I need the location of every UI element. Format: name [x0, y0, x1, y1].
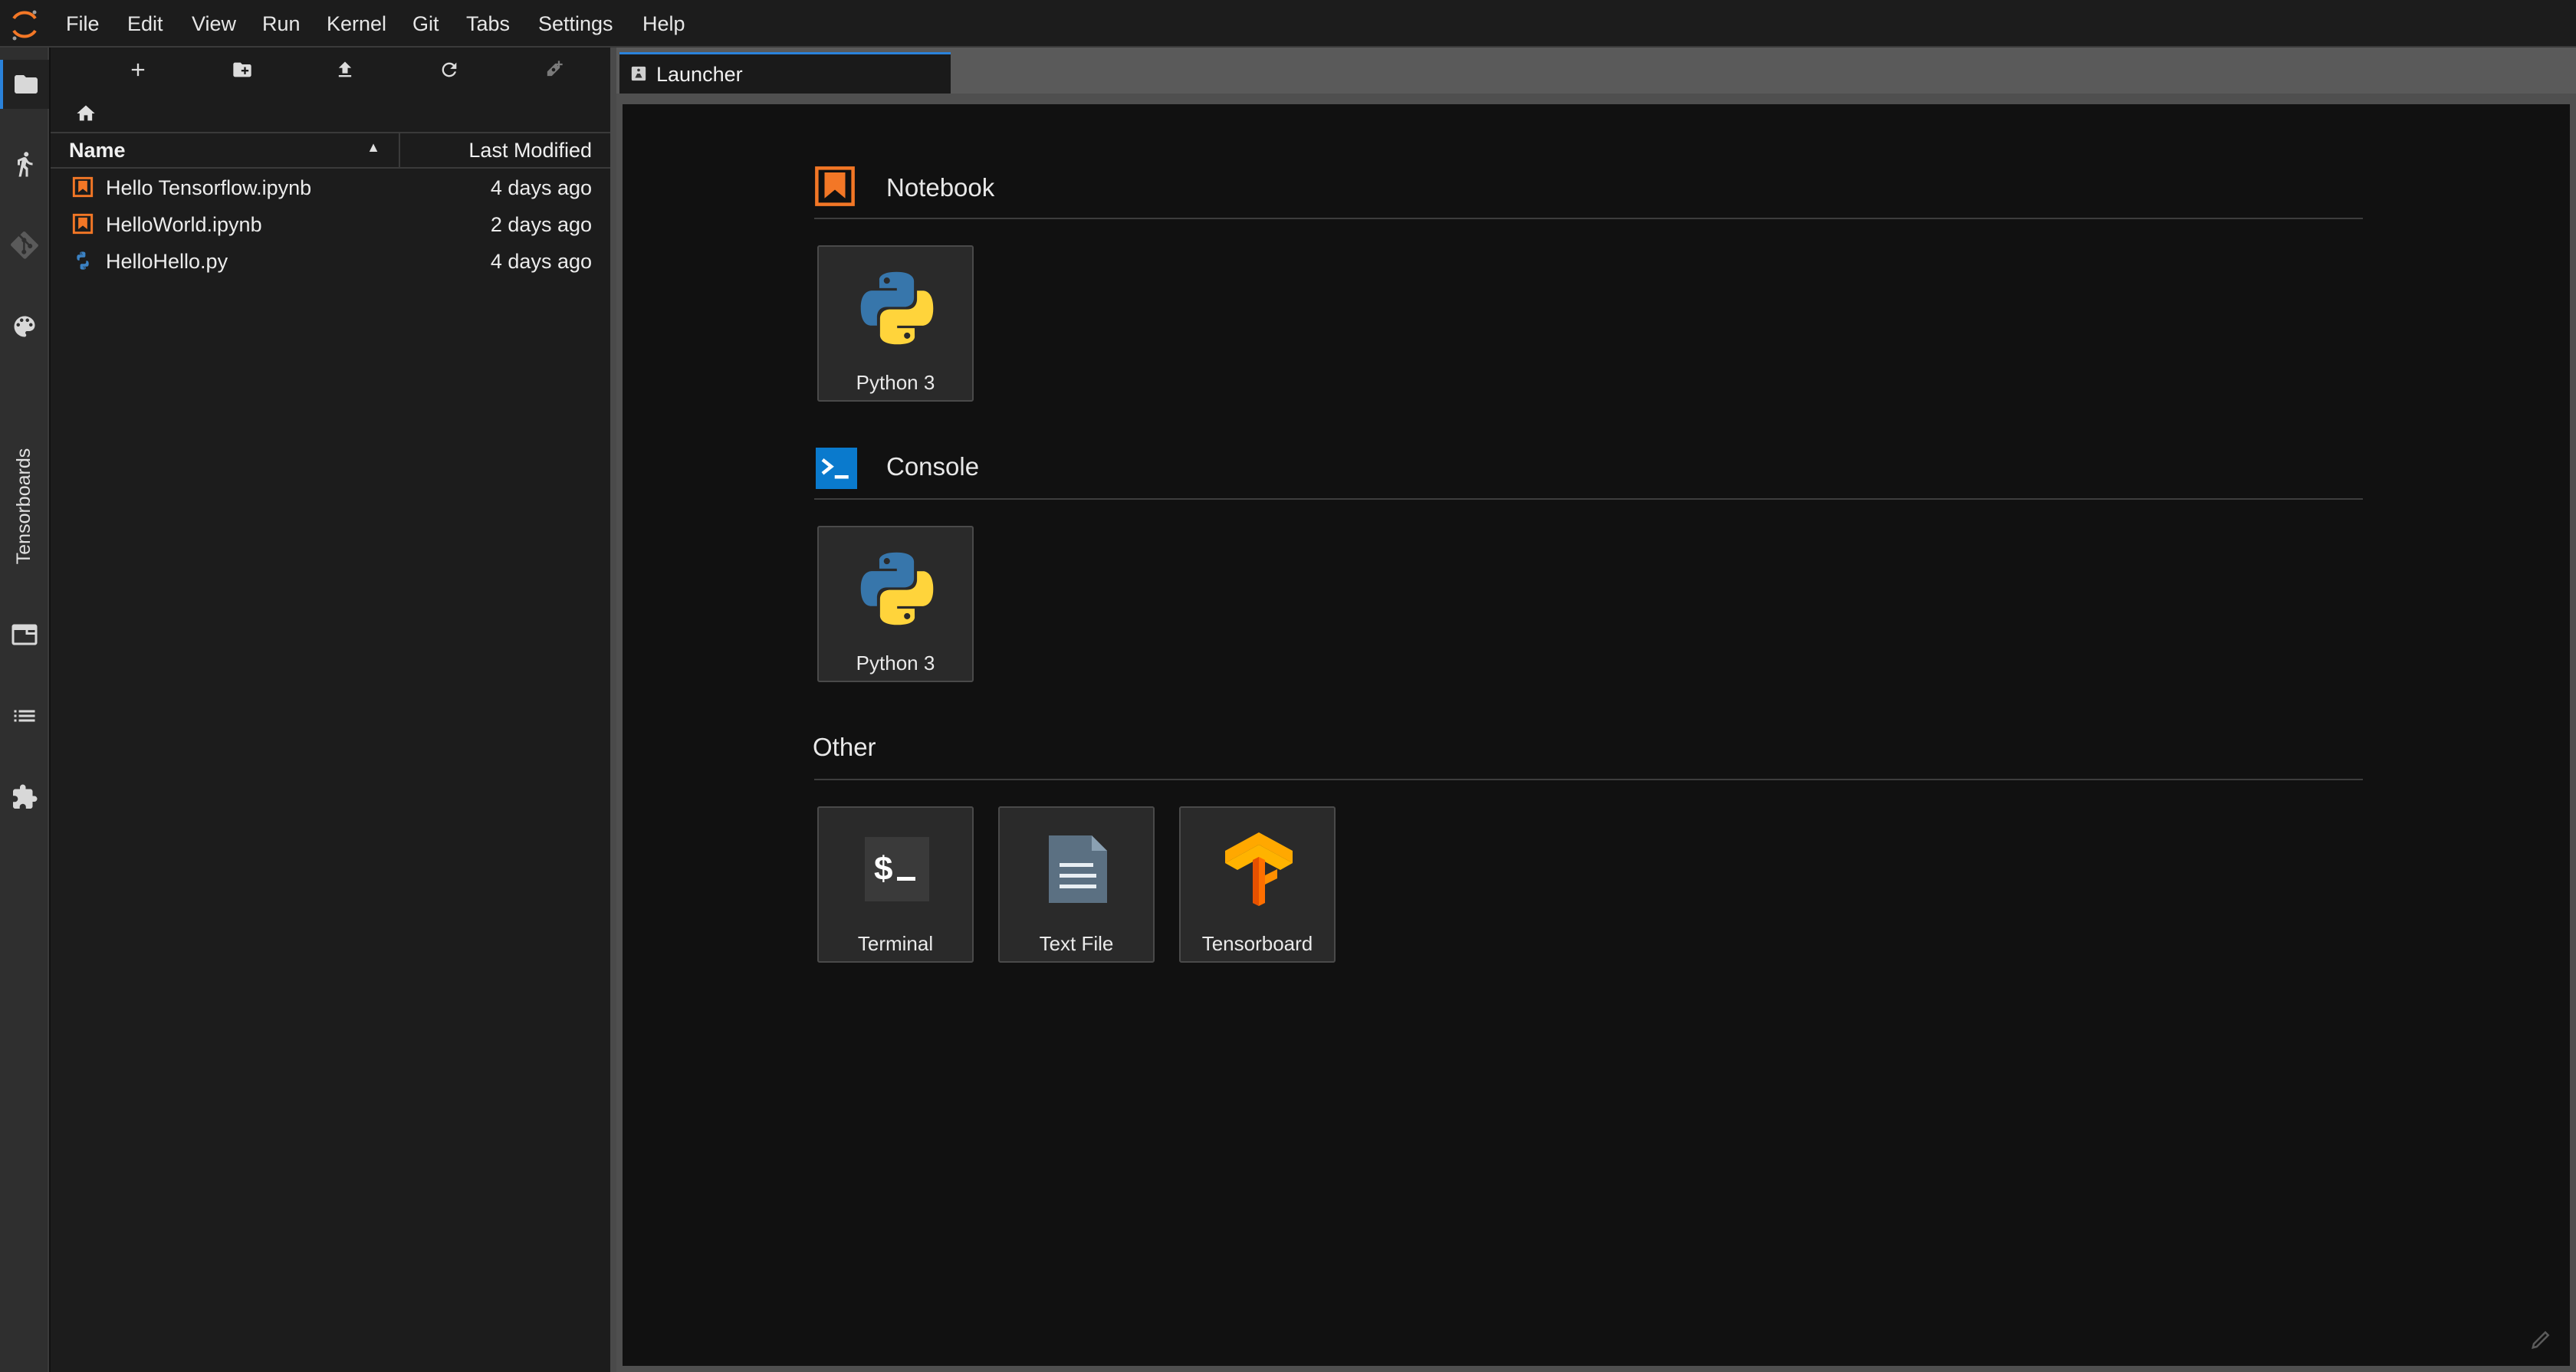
launcher: Notebook Python 3 Console Python 3 Other	[623, 104, 2570, 1366]
file-modified: 2 days ago	[490, 213, 592, 236]
new-folder-button[interactable]	[227, 55, 258, 84]
menu-view[interactable]: View	[192, 11, 236, 37]
main-tab-bar: Launcher	[616, 48, 2576, 94]
refresh-icon	[442, 62, 457, 77]
git-clone-button[interactable]	[538, 55, 569, 84]
git-clone-icon	[547, 61, 563, 77]
extension-manager-tab[interactable]	[0, 773, 49, 822]
card-label: Tensorboard	[1201, 932, 1313, 955]
text-file-icon	[1049, 835, 1107, 903]
card-label: Python 3	[856, 371, 935, 394]
other-section-title: Other	[813, 733, 876, 761]
notebook-section-title: Notebook	[886, 173, 995, 202]
palette-icon	[14, 316, 35, 337]
card-label: Python 3	[856, 652, 935, 675]
jupyter-logo-icon	[12, 10, 37, 41]
section-divider	[814, 218, 2363, 219]
console-section-icon	[816, 448, 857, 489]
table-of-contents-tab[interactable]	[0, 691, 49, 740]
plus-icon	[131, 63, 145, 77]
python-logo-icon	[860, 552, 934, 625]
toc-icon	[14, 710, 35, 722]
last-modified-column-header[interactable]: Last Modified	[468, 139, 592, 162]
theme-tab[interactable]	[0, 302, 49, 351]
notebook-icon	[72, 176, 94, 198]
panel-splitter[interactable]	[610, 48, 616, 1372]
file-name: Hello Tensorflow.ipynb	[106, 176, 312, 199]
menu-file[interactable]: File	[66, 11, 100, 37]
terminal-icon: $	[865, 837, 929, 901]
file-row[interactable]: Hello Tensorflow.ipynb 4 days ago	[51, 170, 610, 207]
open-tabs-tab[interactable]	[0, 610, 49, 659]
sort-ascending-icon: ▲	[366, 139, 380, 155]
tensorboards-label: Tensorboards	[13, 448, 35, 564]
file-name: HelloHello.py	[106, 250, 228, 273]
running-icon	[18, 152, 33, 177]
git-tab[interactable]	[0, 221, 49, 270]
menu-settings[interactable]: Settings	[538, 11, 613, 37]
menu-git[interactable]: Git	[412, 11, 439, 37]
tab-launcher[interactable]: Launcher	[619, 52, 951, 94]
file-browser-toolbar	[51, 48, 610, 90]
new-launcher-button[interactable]	[123, 55, 153, 84]
upload-button[interactable]	[330, 55, 360, 84]
console-python3-card[interactable]: Python 3	[817, 526, 974, 682]
python-logo-icon	[860, 271, 934, 345]
tensorboards-tab[interactable]: Tensorboards	[0, 422, 49, 590]
file-list-header: Name ▲ Last Modified	[51, 132, 610, 169]
python-file-icon	[77, 251, 89, 270]
menu-tabs[interactable]: Tabs	[466, 11, 510, 37]
notebook-python3-card[interactable]: Python 3	[817, 245, 974, 402]
file-row[interactable]: HelloHello.py 4 days ago	[51, 244, 610, 281]
menu-edit[interactable]: Edit	[127, 11, 163, 37]
home-icon	[77, 105, 95, 121]
notebook-icon	[72, 213, 94, 235]
text-file-card[interactable]: Text File	[998, 806, 1155, 963]
git-icon	[11, 231, 38, 259]
file-browser-panel: Name ▲ Last Modified Hello Tensorflow.ip…	[51, 48, 610, 1372]
menu-kernel[interactable]: Kernel	[327, 11, 386, 37]
tensorflow-logo-icon	[1225, 832, 1293, 906]
file-row[interactable]: HelloWorld.ipynb 2 days ago	[51, 207, 610, 244]
menu-run[interactable]: Run	[262, 11, 301, 37]
name-column-label: Name	[69, 139, 126, 162]
file-modified: 4 days ago	[490, 250, 592, 273]
menu-bar: File Edit View Run Kernel Git Tabs Setti…	[0, 0, 2576, 48]
card-label: Terminal	[857, 932, 934, 955]
left-activity-bar: Tensorboards	[0, 48, 49, 1372]
tab-label: Launcher	[656, 63, 743, 86]
launcher-area: Notebook Python 3 Console Python 3 Other	[616, 94, 2576, 1372]
console-section-title: Console	[886, 452, 980, 481]
section-divider	[814, 498, 2363, 500]
file-browser-tab[interactable]	[0, 60, 49, 109]
menu-help[interactable]: Help	[642, 11, 685, 37]
pencil-icon	[2532, 1331, 2550, 1349]
file-modified: 4 days ago	[490, 176, 592, 199]
breadcrumb-home[interactable]	[71, 100, 101, 127]
launcher-icon	[631, 66, 646, 81]
tensorboard-card[interactable]: Tensorboard	[1179, 806, 1336, 963]
section-divider	[814, 779, 2363, 780]
tabs-icon	[12, 624, 38, 645]
extension-icon	[13, 784, 38, 809]
file-name: HelloWorld.ipynb	[106, 213, 262, 236]
terminal-card[interactable]: $ Terminal	[817, 806, 974, 963]
card-label: Text File	[1039, 932, 1114, 955]
notebook-section-icon	[815, 166, 855, 206]
name-column-header[interactable]: Name ▲	[51, 133, 400, 167]
svg-text:$: $	[874, 850, 892, 888]
running-sessions-tab[interactable]	[0, 139, 49, 189]
folder-icon	[15, 75, 38, 94]
refresh-button[interactable]	[434, 55, 465, 84]
new-folder-icon	[233, 62, 251, 77]
upload-icon	[338, 61, 352, 77]
